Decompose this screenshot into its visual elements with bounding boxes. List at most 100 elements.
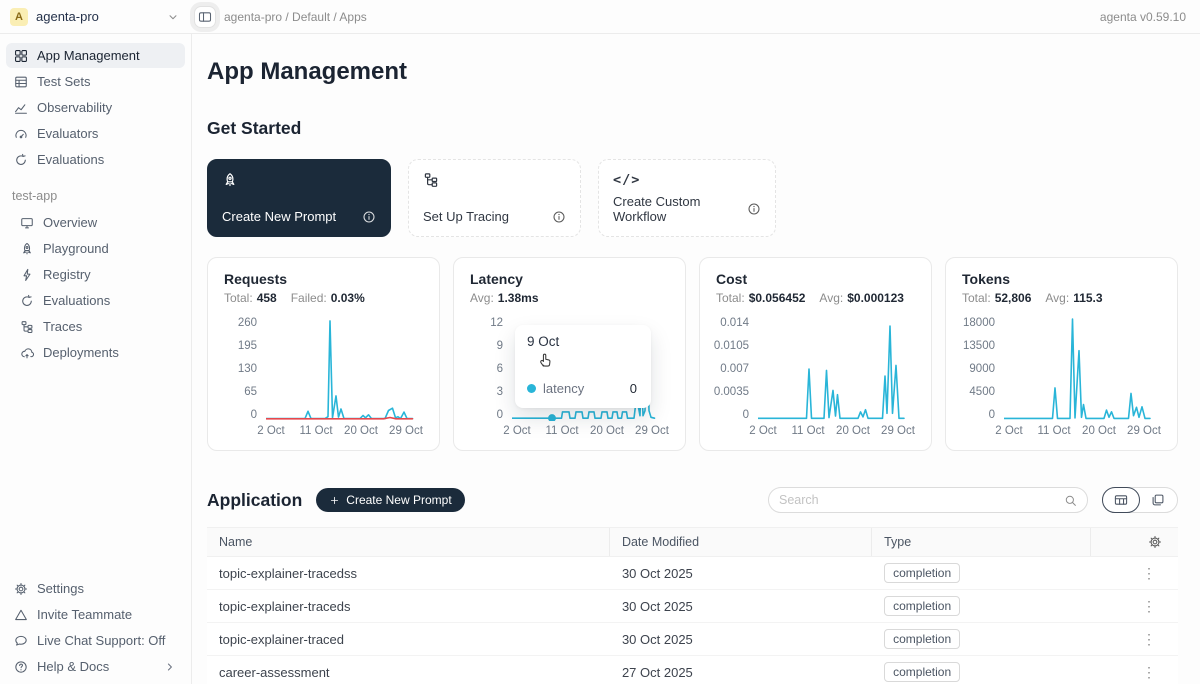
table-row[interactable]: topic-explainer-tracedss30 Oct 2025compl… bbox=[207, 557, 1178, 590]
get-started-card-label: Set Up Tracing bbox=[423, 209, 509, 224]
table-row[interactable]: career-assessment27 Oct 2025completion⋮ bbox=[207, 656, 1178, 684]
chevron-down-icon[interactable] bbox=[166, 10, 180, 24]
y-tick-label: 12 bbox=[490, 317, 503, 329]
charts-cards: RequestsTotal:458Failed:0.03%26019513065… bbox=[207, 257, 1178, 451]
chevron-right-icon bbox=[163, 660, 177, 674]
chart-stats: Total:458Failed:0.03% bbox=[224, 291, 423, 305]
sidebar-item-app-management[interactable]: App Management bbox=[6, 43, 185, 68]
search-input[interactable] bbox=[779, 493, 1058, 507]
y-tick-label: 4500 bbox=[969, 386, 995, 398]
chat-icon bbox=[14, 634, 28, 648]
sidebar-spacer bbox=[0, 366, 191, 575]
type-badge: completion bbox=[884, 629, 960, 649]
tree-icon bbox=[20, 320, 34, 334]
table-view-icon bbox=[1114, 493, 1128, 507]
bolt-icon bbox=[20, 268, 34, 282]
chart-card-requests: RequestsTotal:458Failed:0.03%26019513065… bbox=[207, 257, 440, 451]
chart-title: Requests bbox=[224, 271, 423, 287]
sidebar-main-nav: App ManagementTest SetsObservabilityEval… bbox=[0, 42, 191, 173]
chart-canvas-cost[interactable] bbox=[758, 317, 908, 421]
y-axis-ticks: 129630 bbox=[470, 317, 512, 421]
chart-canvas-requests[interactable] bbox=[266, 317, 416, 421]
application-section: Application Create New Prompt bbox=[207, 487, 1178, 684]
sidebar-item-evaluations[interactable]: Evaluations bbox=[6, 147, 185, 172]
info-icon bbox=[552, 210, 566, 224]
card-view-button[interactable] bbox=[1139, 487, 1177, 513]
x-tick-label: 20 Oct bbox=[1082, 425, 1116, 437]
table-settings-icon[interactable] bbox=[1148, 535, 1162, 549]
create-new-prompt-label: Create New Prompt bbox=[346, 493, 451, 507]
sidebar-item-label: Registry bbox=[43, 267, 91, 282]
cell-date-modified: 27 Oct 2025 bbox=[610, 665, 872, 680]
chart-stats: Avg:1.38ms bbox=[470, 291, 669, 305]
y-tick-label: 9 bbox=[497, 340, 503, 352]
create-new-prompt-button[interactable]: Create New Prompt bbox=[316, 488, 464, 512]
table-row[interactable]: topic-explainer-traced30 Oct 2025complet… bbox=[207, 623, 1178, 656]
column-type[interactable]: Type bbox=[872, 528, 1090, 556]
latency-series-dot bbox=[527, 384, 536, 393]
cell-type: completion bbox=[872, 629, 1090, 649]
chart-card-tokens: TokensTotal:52,806Avg:115.31800013500900… bbox=[945, 257, 1178, 451]
chart-tooltip: 9 Oct latency 0 bbox=[515, 325, 651, 408]
x-tick-label: 29 Oct bbox=[389, 425, 423, 437]
table-row[interactable]: topic-explainer-traceds30 Oct 2025comple… bbox=[207, 590, 1178, 623]
rocket-icon bbox=[20, 242, 34, 256]
sidebar-item-evaluations[interactable]: Evaluations bbox=[6, 288, 185, 313]
y-tick-label: 195 bbox=[238, 340, 257, 352]
table-view-button[interactable] bbox=[1102, 487, 1140, 513]
cell-name: topic-explainer-traceds bbox=[207, 599, 610, 614]
sidebar-item-overview[interactable]: Overview bbox=[6, 210, 185, 235]
y-tick-label: 0 bbox=[497, 409, 503, 421]
sidebar-item-deployments[interactable]: Deployments bbox=[6, 340, 185, 365]
top-bar: A agenta-pro agenta-pro / Default / Apps… bbox=[0, 0, 1200, 34]
get-started-card-set-up-tracing[interactable]: Set Up Tracing bbox=[408, 159, 581, 237]
sidebar-item-registry[interactable]: Registry bbox=[6, 262, 185, 287]
search-icon[interactable] bbox=[1064, 494, 1077, 507]
row-menu-button[interactable]: ⋮ bbox=[1138, 598, 1160, 615]
get-started-card-label: Create Custom Workflow bbox=[613, 194, 747, 224]
sidebar-item-label: Overview bbox=[43, 215, 97, 230]
sidebar-item-test-sets[interactable]: Test Sets bbox=[6, 69, 185, 94]
sidebar-item-invite-teammate[interactable]: Invite Teammate bbox=[6, 602, 185, 627]
row-menu-button[interactable]: ⋮ bbox=[1138, 664, 1160, 681]
sidebar-collapse-button[interactable] bbox=[194, 6, 216, 28]
y-tick-label: 13500 bbox=[963, 340, 995, 352]
cell-date-modified: 30 Oct 2025 bbox=[610, 566, 872, 581]
sidebar-item-traces[interactable]: Traces bbox=[6, 314, 185, 339]
cell-name: topic-explainer-traced bbox=[207, 632, 610, 647]
get-started-card-create-new-prompt[interactable]: Create New Prompt bbox=[207, 159, 391, 237]
x-axis-ticks: 2 Oct11 Oct20 Oct29 Oct bbox=[266, 425, 423, 440]
rocket-icon bbox=[222, 172, 238, 188]
x-tick-label: 20 Oct bbox=[836, 425, 870, 437]
chart-canvas-tokens[interactable] bbox=[1004, 317, 1154, 421]
type-badge: completion bbox=[884, 563, 960, 583]
chart-stats: Total:52,806Avg:115.3 bbox=[962, 291, 1161, 305]
monitor-icon bbox=[20, 216, 34, 230]
sidebar-item-observability[interactable]: Observability bbox=[6, 95, 185, 120]
tooltip-value: 0 bbox=[630, 381, 639, 396]
sidebar-item-evaluators[interactable]: Evaluators bbox=[6, 121, 185, 146]
sidebar-item-label: Evaluations bbox=[37, 152, 104, 167]
tooltip-row: latency 0 bbox=[527, 381, 639, 396]
get-started-card-create-custom-workflow[interactable]: </>Create Custom Workflow bbox=[598, 159, 776, 237]
column-date-modified[interactable]: Date Modified bbox=[610, 528, 872, 556]
x-tick-label: 20 Oct bbox=[590, 425, 624, 437]
y-tick-label: 0.0035 bbox=[714, 386, 749, 398]
sidebar-item-label: Playground bbox=[43, 241, 109, 256]
y-tick-label: 0.014 bbox=[720, 317, 749, 329]
help-icon bbox=[14, 660, 28, 674]
column-name[interactable]: Name bbox=[207, 528, 610, 556]
y-tick-label: 0.007 bbox=[720, 363, 749, 375]
row-menu-button[interactable]: ⋮ bbox=[1138, 631, 1160, 648]
sidebar-item-settings[interactable]: Settings bbox=[6, 576, 185, 601]
y-tick-label: 130 bbox=[238, 363, 257, 375]
sidebar-item-label: Traces bbox=[43, 319, 82, 334]
sidebar-item-live-chat-support-off[interactable]: Live Chat Support: Off bbox=[6, 628, 185, 653]
page-title: App Management bbox=[207, 58, 1178, 86]
sidebar-item-playground[interactable]: Playground bbox=[6, 236, 185, 261]
x-tick-label: 2 Oct bbox=[749, 425, 776, 437]
workspace-selector[interactable]: A agenta-pro bbox=[0, 8, 192, 26]
row-menu-button[interactable]: ⋮ bbox=[1138, 565, 1160, 582]
cell-date-modified: 30 Oct 2025 bbox=[610, 599, 872, 614]
sidebar-item-help-docs[interactable]: Help & Docs bbox=[6, 654, 185, 679]
